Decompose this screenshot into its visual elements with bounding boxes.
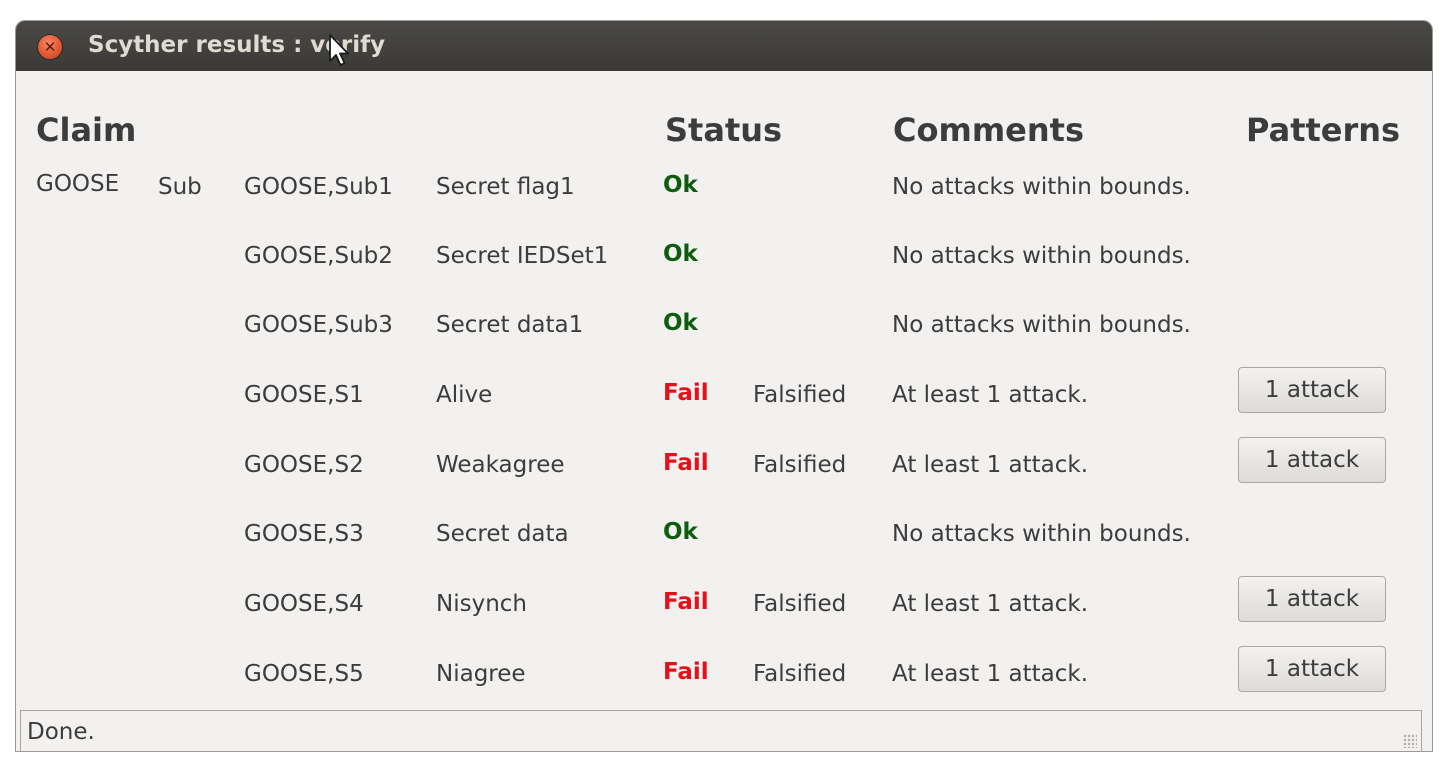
status-label: Ok <box>663 241 698 267</box>
status-label: Ok <box>663 310 698 336</box>
claim-description: Weakagree <box>436 452 565 478</box>
header-comments: Comments <box>893 111 1084 149</box>
claim-id: GOOSE,S4 <box>244 591 364 617</box>
comment-text: At least 1 attack. <box>892 661 1089 687</box>
results-window: ✕ Scyther results : verify Claim Status … <box>16 21 1432 751</box>
claim-id: GOOSE,S3 <box>244 521 364 547</box>
claim-id: GOOSE,Sub2 <box>244 243 393 269</box>
role-name: Sub <box>158 174 202 200</box>
resize-grip-icon[interactable] <box>1403 734 1417 748</box>
comment-text: No attacks within bounds. <box>892 174 1191 200</box>
status-label: Fail <box>663 450 709 476</box>
status-detail: Falsified <box>753 661 847 687</box>
claim-description: Secret data <box>436 521 569 547</box>
status-label: Fail <box>663 380 709 406</box>
title-bar[interactable]: ✕ Scyther results : verify <box>16 21 1432 71</box>
status-label: Ok <box>663 519 698 545</box>
close-icon[interactable]: ✕ <box>38 35 62 59</box>
comment-text: At least 1 attack. <box>892 382 1089 408</box>
claim-id: GOOSE,Sub3 <box>244 312 393 338</box>
attack-pattern-button[interactable]: 1 attack <box>1238 437 1386 483</box>
claim-description: Secret data1 <box>436 312 584 338</box>
comment-text: At least 1 attack. <box>892 452 1089 478</box>
attack-pattern-button[interactable]: 1 attack <box>1238 646 1386 692</box>
status-label: Fail <box>663 659 709 685</box>
comment-text: At least 1 attack. <box>892 591 1089 617</box>
attack-pattern-button[interactable]: 1 attack <box>1238 367 1386 413</box>
status-bar: Done. <box>20 710 1422 751</box>
comment-text: No attacks within bounds. <box>892 521 1191 547</box>
claim-description: Nisynch <box>436 591 527 617</box>
header-claim: Claim <box>36 111 137 149</box>
status-detail: Falsified <box>753 382 847 408</box>
status-text: Done. <box>27 719 95 745</box>
header-status: Status <box>665 111 783 149</box>
header-patterns: Patterns <box>1246 111 1401 149</box>
comment-text: No attacks within bounds. <box>892 312 1191 338</box>
comment-text: No attacks within bounds. <box>892 243 1191 269</box>
claim-description: Secret IEDSet1 <box>436 243 609 269</box>
claim-id: GOOSE,S2 <box>244 452 364 478</box>
claim-description: Niagree <box>436 661 526 687</box>
claim-description: Alive <box>436 382 493 408</box>
status-detail: Falsified <box>753 591 847 617</box>
protocol-name: GOOSE <box>36 171 120 197</box>
status-label: Ok <box>663 172 698 198</box>
mouse-pointer-icon <box>329 34 349 66</box>
claim-id: GOOSE,Sub1 <box>244 174 393 200</box>
status-detail: Falsified <box>753 452 847 478</box>
status-label: Fail <box>663 589 709 615</box>
claim-id: GOOSE,S1 <box>244 382 364 408</box>
claim-description: Secret flag1 <box>436 174 575 200</box>
claim-id: GOOSE,S5 <box>244 661 364 687</box>
attack-pattern-button[interactable]: 1 attack <box>1238 576 1386 622</box>
